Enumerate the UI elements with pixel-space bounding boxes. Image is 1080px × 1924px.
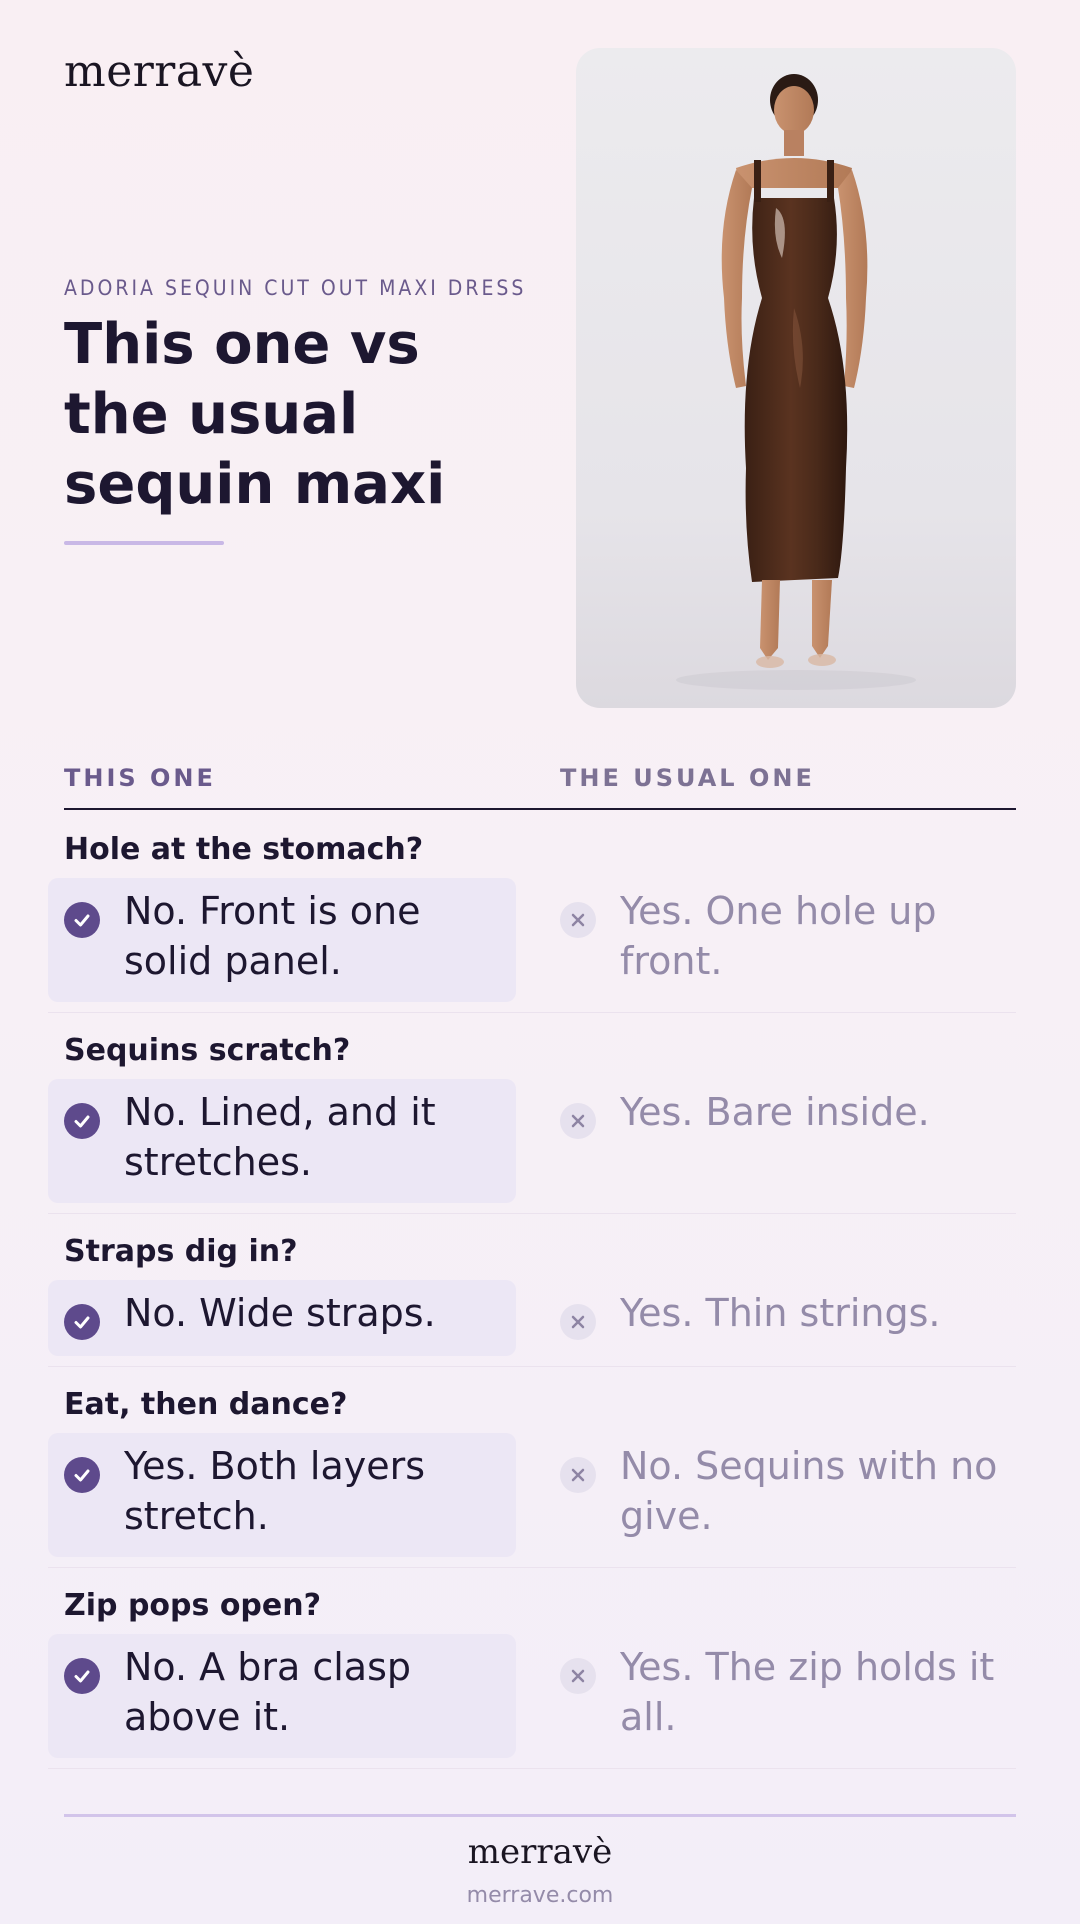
product-photo [576,48,1016,708]
check-circle-icon [64,1304,100,1340]
accent-divider [64,541,224,545]
this-one-answer: Yes. Both layers stretch. [124,1444,426,1538]
comparison-table: Hole at the stomach? No. Front is one so… [48,812,1016,1769]
usual-one-cell: Yes. Thin strings. [560,1280,1016,1340]
usual-one-cell: Yes. Bare inside. [560,1079,1016,1139]
this-one-answer: No. Front is one solid panel. [124,889,421,983]
this-one-answer: No. A bra clasp above it. [124,1645,412,1739]
usual-one-answer: Yes. One hole up front. [620,889,937,983]
comparison-row: Zip pops open? No. A bra clasp above it.… [48,1568,1016,1769]
usual-one-cell: No. Sequins with no give. [560,1433,1016,1541]
comparison-row: Straps dig in? No. Wide straps. Yes. Thi… [48,1214,1016,1367]
header-divider [64,808,1016,810]
row-question: Hole at the stomach? [64,832,424,867]
this-one-cell: No. Lined, and it stretches. [48,1079,516,1203]
x-circle-icon [560,1457,596,1493]
x-circle-icon [560,1304,596,1340]
product-eyebrow: ADORIA SEQUIN CUT OUT MAXI DRESS [64,276,527,300]
this-one-cell: No. Wide straps. [48,1280,516,1356]
check-circle-icon [64,1457,100,1493]
usual-one-cell: Yes. The zip holds it all. [560,1634,1016,1742]
this-one-cell: No. A bra clasp above it. [48,1634,516,1758]
row-question: Eat, then dance? [64,1387,348,1422]
check-circle-icon [64,1103,100,1139]
comparison-row: Sequins scratch? No. Lined, and it stret… [48,1013,1016,1214]
comparison-row: Eat, then dance? Yes. Both layers stretc… [48,1367,1016,1568]
page-title: This one vs the usual sequin maxi [64,312,446,517]
footer-divider [64,1814,1016,1817]
comparison-row: Hole at the stomach? No. Front is one so… [48,812,1016,1013]
this-one-cell: No. Front is one solid panel. [48,878,516,1002]
brand-logo: merravè [64,46,255,97]
footer-brand-logo: merravè [467,1832,613,1872]
x-circle-icon [560,1103,596,1139]
check-circle-icon [64,1658,100,1694]
column-header-usual-one: THE USUAL ONE [560,764,815,792]
check-circle-icon [64,902,100,938]
usual-one-answer: Yes. The zip holds it all. [620,1645,995,1739]
x-circle-icon [560,1658,596,1694]
x-circle-icon [560,902,596,938]
usual-one-answer: Yes. Thin strings. [620,1291,941,1335]
column-header-this-one: THIS ONE [64,764,216,792]
footer-url-link[interactable]: merrave.com [0,1883,1080,1908]
usual-one-answer: Yes. Bare inside. [620,1090,930,1134]
row-question: Straps dig in? [64,1234,298,1269]
this-one-answer: No. Wide straps. [124,1291,436,1335]
usual-one-cell: Yes. One hole up front. [560,878,1016,986]
row-question: Sequins scratch? [64,1033,351,1068]
this-one-answer: No. Lined, and it stretches. [124,1090,436,1184]
this-one-cell: Yes. Both layers stretch. [48,1433,516,1557]
usual-one-answer: No. Sequins with no give. [620,1444,998,1538]
row-question: Zip pops open? [64,1588,322,1623]
